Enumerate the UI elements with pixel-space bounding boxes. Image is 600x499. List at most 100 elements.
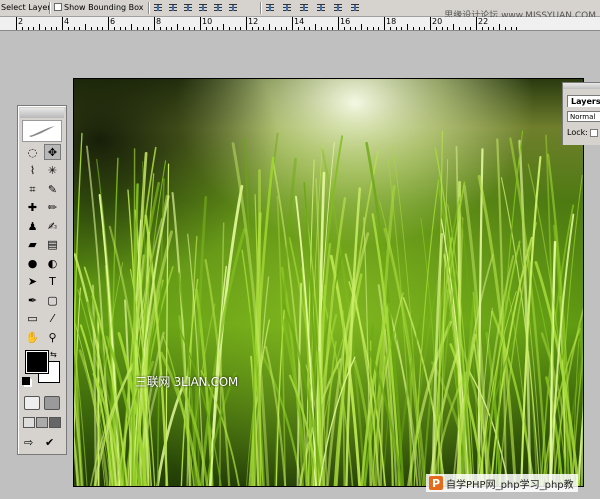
ruler-label: 6 [110, 17, 116, 26]
ruler-tick [303, 27, 305, 30]
ruler-tick [453, 24, 454, 30]
crop-tool-icon[interactable]: ⌗ [24, 181, 41, 197]
distribute-right-edges-icon[interactable] [350, 2, 360, 13]
align-vertical-centers-icon[interactable] [168, 2, 178, 13]
distribute-horizontal-centers-icon[interactable] [333, 2, 343, 13]
blend-mode-select[interactable]: Normal [567, 111, 600, 122]
select-layer-label[interactable]: Select Layer [1, 3, 51, 12]
align-horizontal-centers-icon[interactable] [213, 2, 223, 13]
ruler-tick [332, 27, 334, 30]
ruler-tick [251, 27, 253, 30]
ruler-tick [21, 27, 23, 30]
ruler-tick [148, 27, 150, 30]
ruler-tick [447, 27, 449, 30]
horizontal-ruler[interactable]: 2 4 6 8 10 12 14 16 18 20 22 [0, 17, 600, 31]
layers-panel-title-bar[interactable] [563, 83, 600, 89]
history-brush-tool-icon[interactable]: ✍ [44, 218, 61, 234]
ruler-tick [476, 17, 477, 30]
full-screen-mode-icon[interactable] [49, 417, 61, 428]
distribute-bottom-edges-icon[interactable] [299, 2, 309, 13]
toolbox-title-bar[interactable] [20, 108, 64, 118]
ruler-tick [67, 27, 69, 30]
ruler-tick [85, 24, 86, 30]
document-canvas[interactable]: 三联网 3LIAN.COM [73, 78, 584, 487]
ruler-tick [487, 27, 489, 30]
ruler-tick [481, 27, 483, 30]
standard-screen-mode-icon[interactable] [23, 417, 35, 428]
ruler-tick [200, 17, 201, 30]
layers-tab[interactable]: Layers [567, 95, 600, 107]
distribute-top-edges-icon[interactable] [265, 2, 275, 13]
ruler-tick [73, 27, 75, 30]
ruler-tick [504, 27, 506, 30]
ruler-tick [510, 27, 512, 30]
ruler-label: 4 [64, 17, 70, 26]
standard-mode-icon[interactable] [24, 396, 40, 410]
ruler-tick [516, 27, 518, 30]
lock-label: Lock: [567, 128, 588, 137]
show-bounding-box-checkbox[interactable] [54, 3, 62, 11]
slice-tool-icon[interactable]: ✎ [44, 181, 61, 197]
full-screen-menu-mode-icon[interactable] [36, 417, 48, 428]
type-tool-icon[interactable]: T [44, 274, 61, 290]
ruler-tick [297, 27, 299, 30]
ruler-tick [102, 27, 104, 30]
eyedropper-tool-icon[interactable]: ⁄ [44, 311, 61, 327]
ruler-tick [44, 27, 46, 30]
ruler-tick [458, 27, 460, 30]
zoom-tool-icon[interactable]: ⚲ [44, 329, 61, 345]
dodge-tool-icon[interactable]: ◐ [44, 255, 61, 271]
ruler-tick [39, 24, 40, 30]
quick-mask-mode-icon[interactable] [44, 396, 60, 410]
ruler-tick [349, 27, 351, 30]
lock-transparency-checkbox[interactable] [589, 128, 598, 137]
brush-tool-icon[interactable]: ✏ [44, 200, 61, 216]
site-watermark-bottom-text: 自学PHP网_php学习_php教 [446, 479, 574, 491]
clone-stamp-tool-icon[interactable]: ♟ [24, 218, 41, 234]
adobe-feather-icon[interactable] [22, 120, 62, 142]
ruler-label: 22 [478, 17, 489, 26]
distribute-vertical-centers-icon[interactable] [282, 2, 292, 13]
ruler-tick [493, 27, 495, 30]
shape-tool-icon[interactable]: ▢ [44, 292, 61, 308]
ruler-tick [177, 24, 178, 30]
move-tool-icon[interactable]: ✥ [44, 144, 61, 160]
ruler-tick [228, 27, 230, 30]
ruler-tick [338, 17, 339, 30]
swap-colors-icon[interactable]: ⇆ [50, 350, 57, 359]
lasso-tool-icon[interactable]: ⌇ [24, 163, 41, 179]
ruler-tick [90, 27, 92, 30]
edit-in-imageready-icon[interactable]: ✔ [45, 436, 54, 449]
ruler-tick [159, 27, 161, 30]
pen-tool-icon[interactable]: ✒ [24, 292, 41, 308]
ruler-tick [286, 27, 288, 30]
ruler-tick [27, 27, 29, 30]
ruler-label: 10 [202, 17, 213, 26]
blur-tool-icon[interactable]: ● [24, 255, 41, 271]
align-right-edges-icon[interactable] [228, 2, 238, 13]
hand-tool-icon[interactable]: ✋ [24, 329, 41, 345]
jump-to-imageready-icon[interactable]: ⇨ [24, 436, 33, 449]
options-separator [49, 2, 50, 14]
marquee-tool-icon[interactable]: ◌ [24, 144, 41, 160]
ruler-tick [499, 24, 500, 30]
align-left-edges-icon[interactable] [198, 2, 208, 13]
path-selection-tool-icon[interactable]: ➤ [24, 274, 41, 290]
ruler-tick [343, 27, 345, 30]
magic-wand-tool-icon[interactable]: ✳ [44, 163, 61, 179]
align-bottom-edges-icon[interactable] [183, 2, 193, 13]
ruler-tick [188, 27, 190, 30]
ruler-tick [366, 27, 368, 30]
distribute-left-edges-icon[interactable] [316, 2, 326, 13]
gradient-tool-icon[interactable]: ▤ [44, 237, 61, 253]
ruler-tick [395, 27, 397, 30]
align-top-edges-icon[interactable] [153, 2, 163, 13]
eraser-tool-icon[interactable]: ▰ [24, 237, 41, 253]
ruler-tick [441, 27, 443, 30]
healing-brush-tool-icon[interactable]: ✚ [24, 200, 41, 216]
default-colors-icon[interactable] [22, 377, 30, 385]
foreground-color-swatch[interactable] [25, 350, 49, 374]
notes-tool-icon[interactable]: ▭ [24, 311, 41, 327]
ruler-tick [407, 24, 408, 30]
ruler-tick [33, 27, 35, 30]
